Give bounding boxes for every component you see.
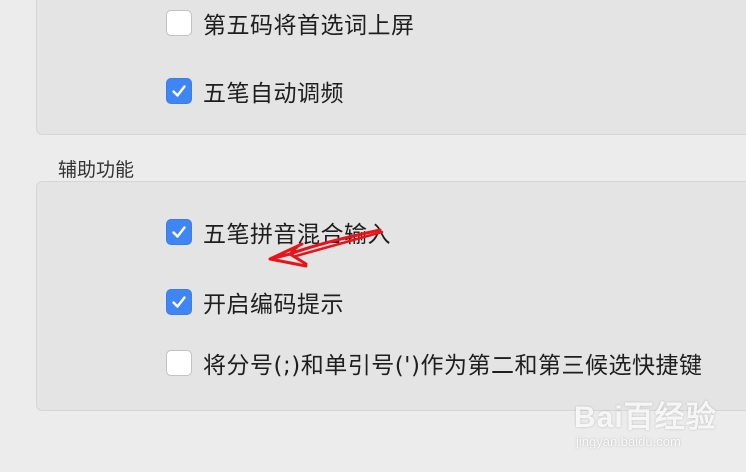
checkbox-unchecked[interactable] [166, 10, 192, 36]
checkmark-icon [172, 85, 186, 97]
option-fifth-code-commit[interactable]: 第五码将首选词上屏 [166, 6, 415, 40]
section-title-assist: 辅助功能 [58, 159, 135, 181]
watermark-url: jingyan.baidu.com [576, 434, 681, 449]
checkbox-unchecked[interactable] [166, 350, 192, 376]
option-semicolon-quote-shortcut[interactable]: 将分号(;)和单引号(')作为第二和第三候选快捷键 [166, 346, 702, 380]
checkmark-icon [172, 296, 186, 308]
checkbox-checked[interactable] [166, 289, 192, 315]
baidu-jingyan-watermark: Bai百经验 jingyan.baidu.com [574, 392, 717, 449]
option-label: 开启编码提示 [203, 292, 344, 318]
checkmark-icon [172, 226, 186, 238]
option-code-hint[interactable]: 开启编码提示 [166, 285, 344, 319]
red-arrow-annotation [268, 228, 384, 268]
option-label: 将分号(;)和单引号(')作为第二和第三候选快捷键 [203, 353, 703, 379]
option-label: 五笔自动调频 [203, 81, 344, 107]
watermark-logo: Bai百经验 [574, 401, 717, 434]
option-wubi-auto-frequency[interactable]: 五笔自动调频 [166, 74, 344, 108]
checkbox-checked[interactable] [166, 219, 192, 245]
option-label: 第五码将首选词上屏 [203, 13, 415, 39]
checkbox-checked[interactable] [166, 78, 192, 104]
